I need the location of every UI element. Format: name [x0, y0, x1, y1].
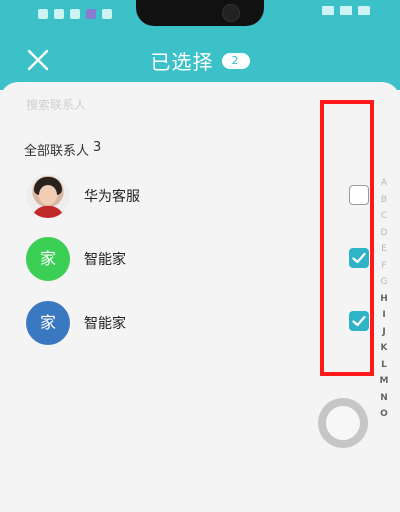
checkmark-icon — [352, 252, 366, 264]
avatar: 家 — [26, 301, 70, 345]
search-input[interactable] — [24, 92, 308, 118]
app-notification-icon — [86, 9, 96, 19]
contact-name: 智能家 — [84, 252, 126, 268]
index-letter-l[interactable]: L — [381, 357, 387, 374]
battery-icon — [358, 6, 370, 15]
index-letter-k[interactable]: K — [381, 340, 388, 357]
nav-bar: 已选择 2 — [0, 38, 400, 82]
contact-name: 智能家 — [84, 316, 126, 332]
contact-name: 华为客服 — [84, 189, 140, 205]
floating-button-inner — [326, 406, 360, 440]
index-letter-o[interactable]: O — [380, 406, 388, 423]
contact-row-1[interactable]: 家 智能家 — [0, 231, 330, 287]
phone-screen: 已选择 2 全部联系人 3 华为客服 家 智能家 家 智能家 — [0, 0, 400, 512]
index-letter-m[interactable]: M — [380, 373, 389, 390]
contact-row-2[interactable]: 家 智能家 — [0, 295, 330, 351]
status-icons-left — [38, 9, 112, 19]
wifi-icon — [54, 9, 64, 19]
floating-assistive-button[interactable] — [318, 398, 368, 448]
contact-checkbox-2[interactable] — [349, 311, 369, 331]
checkmark-icon — [352, 315, 366, 327]
signal-icon — [340, 6, 352, 15]
index-letter-j[interactable]: J — [382, 324, 385, 341]
status-bar — [0, 0, 400, 32]
section-label: 全部联系人 — [24, 144, 90, 159]
index-letter-h[interactable]: H — [380, 291, 388, 308]
bluetooth-icon — [322, 6, 334, 15]
index-letter-g[interactable]: G — [381, 274, 388, 291]
contact-checkbox-1[interactable] — [349, 248, 369, 268]
section-count: 3 — [93, 140, 102, 155]
contact-row-0[interactable]: 华为客服 — [0, 168, 330, 224]
status-icons-right — [322, 6, 370, 15]
index-letter-b[interactable]: B — [381, 192, 387, 209]
message-icon — [102, 9, 112, 19]
index-letter-i[interactable]: I — [382, 307, 385, 324]
index-letter-d[interactable]: D — [381, 225, 388, 242]
notification-icon — [70, 9, 80, 19]
camera-notch — [136, 0, 264, 26]
header-bar: 已选择 2 — [0, 0, 400, 90]
avatar: 家 — [26, 237, 70, 281]
avatar-shirt — [32, 206, 64, 218]
page-title-text: 已选择 — [150, 50, 214, 74]
index-letter-c[interactable]: C — [381, 208, 387, 225]
index-letter-f[interactable]: F — [381, 258, 386, 275]
avatar-face — [39, 185, 57, 205]
page-title: 已选择 2 — [0, 46, 400, 75]
alphabet-index-bar[interactable]: A B C D E F G H I J K L M N O — [376, 175, 392, 423]
selected-count-badge: 2 — [221, 52, 250, 69]
index-letter-a[interactable]: A — [381, 175, 387, 192]
contact-checkbox-0[interactable] — [349, 185, 369, 205]
index-letter-n[interactable]: N — [380, 390, 388, 407]
index-letter-e[interactable]: E — [381, 241, 387, 258]
avatar — [26, 174, 70, 218]
sim-icon — [38, 9, 48, 19]
section-header: 全部联系人 3 — [24, 140, 101, 159]
front-camera — [222, 4, 240, 22]
